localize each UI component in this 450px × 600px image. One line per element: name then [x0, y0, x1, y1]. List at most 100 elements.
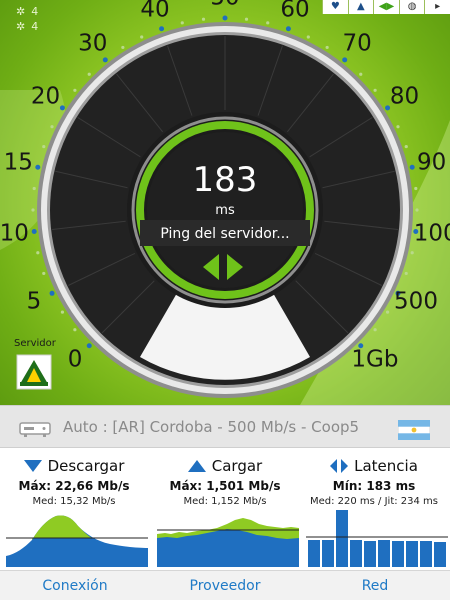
gauge-tick-label: 50 [210, 0, 239, 10]
latency-min: Mín: 183 ms [332, 479, 416, 493]
latency-stats[interactable]: Latencia Mín: 183 ms Med: 220 ms / Jit: … [300, 448, 448, 570]
gauge-minor-marker [50, 125, 54, 129]
upload-header: Cargar [151, 456, 299, 476]
recycle-icon: ✲ [16, 5, 26, 18]
play-icon[interactable]: ▸ [424, 0, 450, 14]
gauge-tick-marker [222, 15, 228, 21]
gauge-minor-marker [201, 17, 206, 21]
gauge-tick-marker [159, 26, 165, 32]
gauge-minor-marker [404, 144, 408, 149]
latency-arrows-icon [330, 459, 349, 473]
gauge-tick-label: 10 [0, 220, 29, 247]
download-chart [6, 508, 148, 567]
gauge-minor-marker [373, 88, 377, 92]
gauge-minor-marker [36, 251, 40, 255]
argentina-flag-icon [398, 420, 430, 440]
gauge-minor-marker [244, 17, 249, 21]
server-bar[interactable]: Auto : [AR] Cordoba - 500 Mb/s - Coop5 [0, 405, 450, 448]
stats-panel: Descargar Máx: 22,66 Mb/s Med: 15,32 Mb/… [0, 448, 450, 570]
gauge-tick-marker [102, 57, 108, 63]
gauge-minor-marker [404, 271, 408, 276]
heart-icon[interactable]: ♥ [322, 0, 348, 14]
server-label: Servidor [14, 338, 56, 349]
gauge-tick-label: 80 [389, 83, 420, 110]
gauge-tick-label: 500 [394, 288, 438, 315]
gauge-minor-marker [415, 208, 419, 212]
download-stats[interactable]: Descargar Máx: 22,66 Mb/s Med: 15,32 Mb/… [0, 448, 148, 570]
top-toolbar: ♥ ▲ ◀▶ ◍ ▸ [322, 0, 450, 14]
ping-value: 183 [192, 160, 258, 200]
gauge-minor-marker [266, 21, 270, 25]
upload-max: Máx: 1,501 Mb/s [169, 479, 281, 493]
gauge-minor-marker [121, 45, 125, 50]
direction-icon[interactable]: ◀▶ [373, 0, 399, 14]
gauge-minor-marker [373, 328, 377, 332]
gauge-tick-marker [35, 164, 41, 170]
ping-unit: ms [215, 203, 235, 218]
gauge-tick-label: 20 [30, 83, 61, 110]
gauge-tick-label: 1Gb [351, 346, 399, 373]
gauge-minor-marker [306, 35, 310, 39]
tab-proveedor[interactable]: Proveedor [150, 571, 300, 600]
gauge-tick-label: 5 [26, 288, 42, 315]
download-title: Descargar [47, 457, 125, 475]
gauge-minor-marker [42, 271, 46, 276]
bottom-tabs: Conexión Proveedor Red [0, 570, 450, 600]
gauge-tick-marker [409, 164, 415, 170]
recycle-icon: ✲ [16, 20, 26, 33]
gauge-minor-marker [31, 208, 35, 212]
latency-avg: Med: 220 ms / Jit: 234 ms [309, 496, 439, 507]
gauge-minor-marker [73, 328, 77, 332]
upload-chart [157, 508, 299, 567]
tab-red[interactable]: Red [300, 571, 450, 600]
gauge-tick-label: 15 [3, 149, 33, 176]
download-arrow-icon [23, 460, 42, 472]
upload-title: Cargar [211, 457, 263, 475]
gauge-tick-label: 70 [342, 30, 372, 57]
gauge-tick-label: 0 [67, 346, 83, 373]
gauge-status-text: Ping del servidor... [160, 226, 290, 242]
gauge-tick-label: 40 [140, 0, 170, 23]
gauge-minor-marker [385, 310, 390, 314]
connection-count: 4 [31, 5, 39, 18]
connection-count-row: ✲ 4 [16, 19, 38, 34]
gauge-minor-marker [414, 186, 418, 191]
download-avg: Med: 15,32 Mb/s [32, 496, 116, 507]
connection-count-row: ✲ 4 [16, 4, 38, 19]
server-map-icon[interactable] [16, 354, 52, 390]
server-name: Auto : [AR] Cordoba - 500 Mb/s - Coop5 [63, 418, 360, 436]
gauge-tick-marker [49, 290, 55, 296]
gauge-tick-marker [31, 228, 37, 234]
upload-avg: Med: 1,152 Mb/s [183, 496, 267, 507]
tab-conexion[interactable]: Conexión [0, 571, 150, 600]
gauge-minor-marker [60, 310, 65, 314]
gauge-tick-marker [59, 105, 65, 111]
gauge-minor-marker [87, 72, 91, 76]
gauge-minor-marker [140, 35, 144, 39]
gauge-minor-marker [73, 88, 77, 92]
connection-counts: ✲ 4 ✲ 4 [16, 4, 38, 34]
gauge-tick-marker [342, 57, 348, 63]
gauge-tick-label: 30 [78, 30, 108, 57]
latency-title: Latencia [354, 457, 418, 475]
gauge-minor-marker [42, 144, 46, 149]
latency-chart [306, 508, 448, 567]
connection-count: 4 [31, 20, 39, 33]
download-header: Descargar [0, 456, 148, 476]
play-pause-icon[interactable] [199, 252, 249, 282]
gauge-tick-label: 100 [413, 220, 450, 247]
gauge-minor-marker [410, 251, 414, 255]
gauge-minor-marker [180, 21, 184, 25]
upload-arrow-icon [187, 460, 206, 472]
latency-header: Latencia [300, 456, 448, 476]
gauge-minor-marker [32, 186, 36, 191]
triangle-up-icon[interactable]: ▲ [347, 0, 374, 14]
router-icon [19, 422, 51, 437]
gauge-minor-marker [325, 45, 329, 50]
upload-stats[interactable]: Cargar Máx: 1,501 Mb/s Med: 1,152 Mb/s [151, 448, 299, 570]
gauge-tick-label: 60 [280, 0, 310, 23]
globe-icon[interactable]: ◍ [398, 0, 425, 14]
gauge-tick-marker [86, 343, 92, 349]
download-max: Máx: 22,66 Mb/s [18, 479, 130, 493]
gauge-minor-marker [359, 72, 363, 76]
